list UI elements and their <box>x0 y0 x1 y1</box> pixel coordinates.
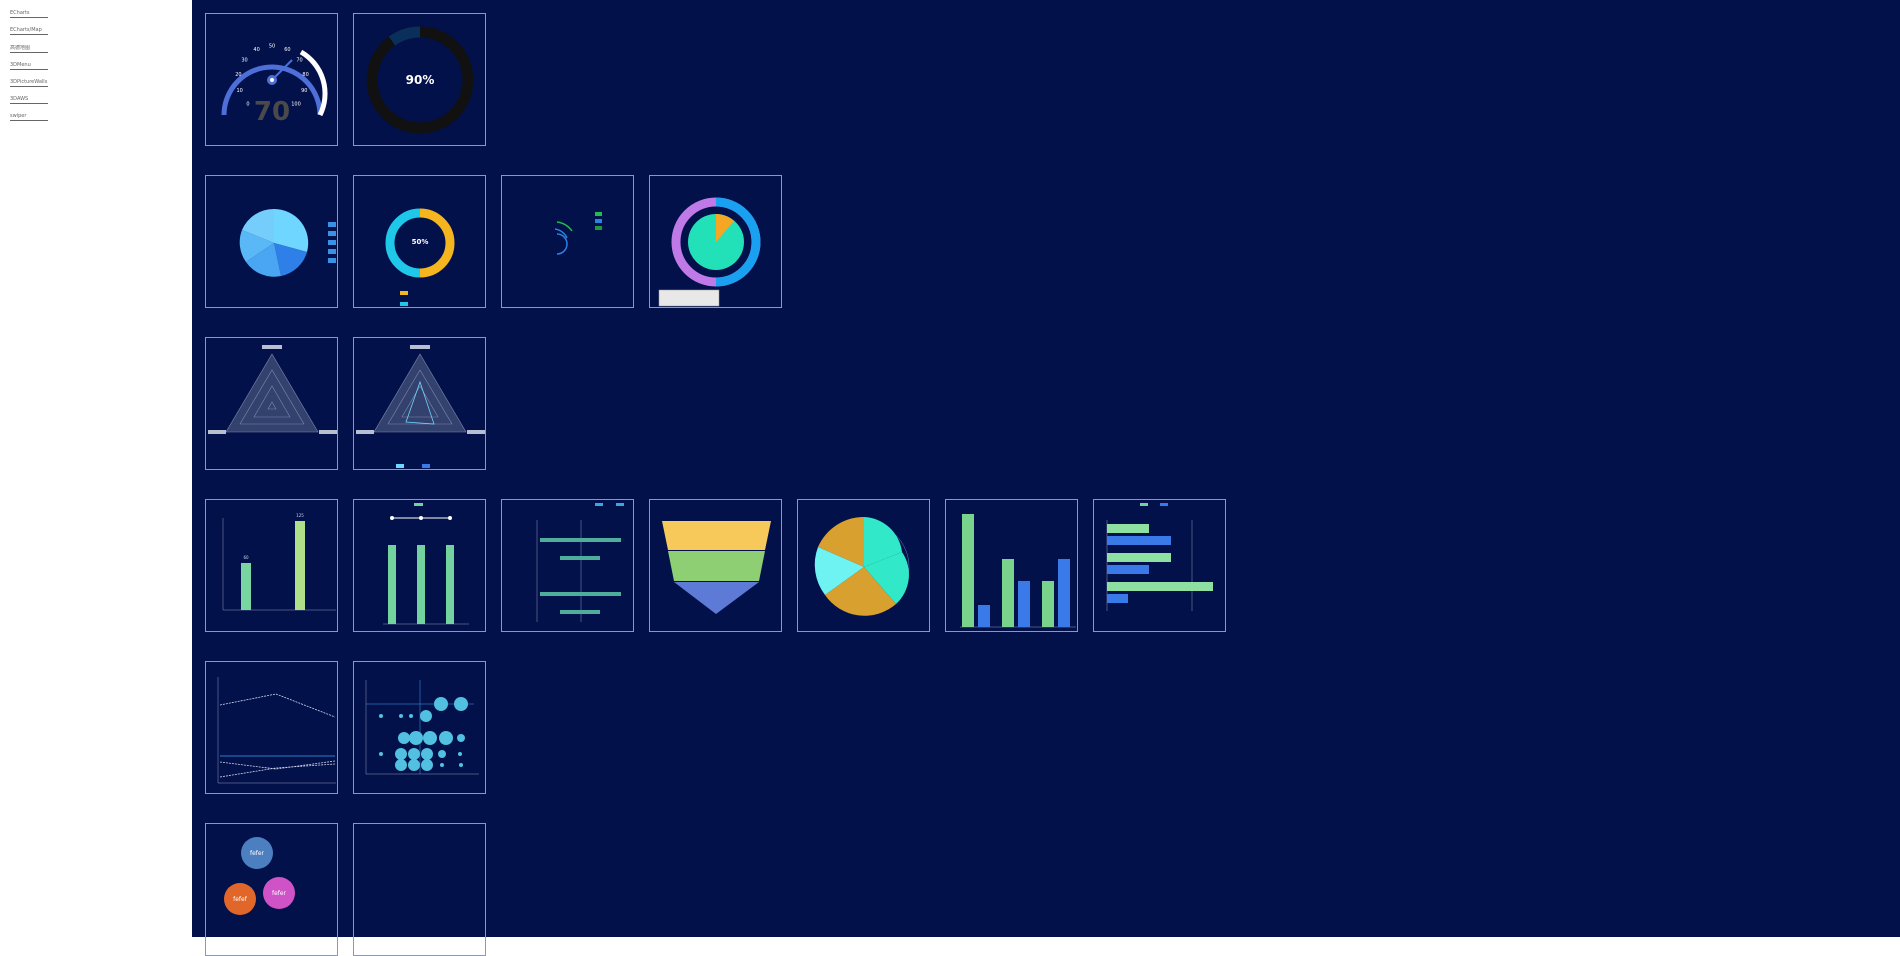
nav-link-echarts-map[interactable]: ECharts/Map <box>10 27 48 35</box>
sidebar-nav: ECharts ECharts/Map 高德地图 3DMenu 3DPictur… <box>0 0 192 937</box>
chart-gallery: 0 10 20 30 40 50 60 70 80 90 100 70 90% <box>192 0 1900 956</box>
ring-progress-chart <box>554 212 602 255</box>
ring-progress-card <box>501 175 634 308</box>
svg-text:125: 125 <box>296 513 304 518</box>
radar-chart <box>208 345 337 434</box>
pie-chart-card <box>205 175 338 308</box>
donut-chart-card: 50% <box>353 175 486 308</box>
gauge-tick-label: 20 <box>235 72 241 78</box>
bubble-scatter-card <box>353 661 486 794</box>
funnel-chart <box>662 521 771 614</box>
gauge-tick-label: 50 <box>269 44 275 50</box>
horizontal-grouped-bar-card <box>1093 499 1226 632</box>
gauge-chart-card: 0 10 20 30 40 50 60 70 80 90 100 70 <box>205 13 338 146</box>
pie-chart <box>239 208 336 277</box>
nav-link-echarts[interactable]: ECharts <box>10 10 48 18</box>
gauge-tick-label: 40 <box>253 47 259 53</box>
bar-chart-card: 60 125 <box>205 499 338 632</box>
horizontal-bar-chart <box>536 503 624 622</box>
bar-chart: 60 125 <box>222 513 336 611</box>
gauge-tick-label: 80 <box>302 72 308 78</box>
donut-center-label: 50% <box>412 238 429 246</box>
bar-line-combo-card <box>353 499 486 632</box>
gauge-tick-label: 10 <box>237 88 243 94</box>
nav-link-amap[interactable]: 高德地图 <box>10 45 48 53</box>
radar-chart-card <box>205 337 338 470</box>
svg-text:60: 60 <box>243 555 249 560</box>
bubble-label-1: fefer <box>250 850 265 857</box>
empty-chart-card <box>353 823 486 956</box>
bubble-label-2: fefef <box>233 896 248 903</box>
gauge-chart: 0 10 20 30 40 50 60 70 80 90 100 70 <box>221 44 328 127</box>
progress-ring-card: 90% <box>353 13 486 146</box>
rose-chart <box>814 516 910 616</box>
progress-label: 90% <box>406 73 435 87</box>
bubble-scatter-chart <box>365 680 479 775</box>
gauge-tick-label: 60 <box>284 47 290 53</box>
gauge-value: 70 <box>254 97 290 127</box>
bar-line-combo-chart <box>383 503 469 625</box>
gauge-tick-label: 30 <box>241 58 247 64</box>
bubble-label-3: fefer <box>272 890 287 897</box>
radar-legend-chart <box>356 345 485 468</box>
horizontal-bar-card <box>501 499 634 632</box>
nav-link-3dpicturewalls[interactable]: 3DPictureWalls <box>10 79 48 87</box>
multi-line-chart-card <box>205 661 338 794</box>
bubble-chart: fefer fefef fefer <box>224 837 295 915</box>
gauge-tick-label: 100 <box>291 102 301 108</box>
donut-chart: 50% <box>385 208 455 306</box>
nav-link-3dmenu[interactable]: 3DMenu <box>10 62 48 70</box>
progress-ring-chart: 90% <box>366 26 474 134</box>
funnel-chart-card <box>649 499 782 632</box>
bubble-chart-card: fefer fefef fefer <box>205 823 338 956</box>
nav-link-3daws[interactable]: 3DAWS <box>10 96 48 104</box>
horizontal-grouped-bar-chart <box>1106 503 1213 611</box>
nav-link-swiper[interactable]: swiper <box>10 113 48 121</box>
grouped-bar-chart <box>960 514 1076 628</box>
rose-chart-card <box>797 499 930 632</box>
gauge-tick-label: 0 <box>246 102 249 108</box>
grouped-bar-card <box>945 499 1078 632</box>
radar-legend-chart-card <box>353 337 486 470</box>
nested-donut-card <box>649 175 782 308</box>
gauge-tick-label: 90 <box>301 88 307 94</box>
gauge-tick-label: 70 <box>296 58 302 64</box>
nested-donut-chart <box>658 197 761 307</box>
multi-line-chart <box>217 677 336 784</box>
